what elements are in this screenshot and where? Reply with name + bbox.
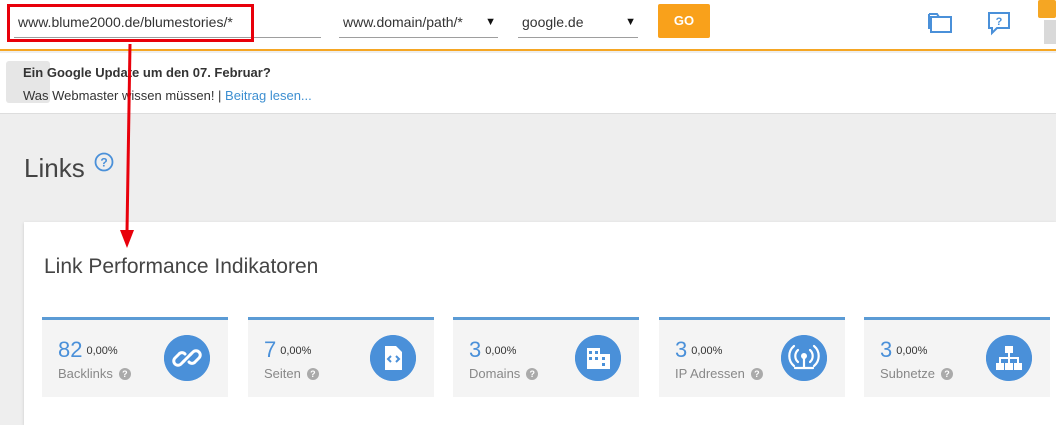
kpi-domains[interactable]: 3 0,00% Domains? [453, 317, 639, 397]
kpi-ip-adressen[interactable]: 3 0,00% IP Adressen? [659, 317, 845, 397]
mode-select-value: www.domain/path/* [343, 14, 463, 30]
notice-text-body: Was Webmaster wissen müssen! | [23, 88, 226, 103]
help-chat-icon[interactable]: ? [986, 10, 1012, 36]
notice-text: Was Webmaster wissen müssen! | Beitrag l… [23, 88, 312, 103]
kpi-label: Domains? [469, 366, 539, 381]
info-icon[interactable]: ? [118, 368, 131, 380]
mode-select[interactable]: www.domain/path/* ▼ [339, 8, 498, 38]
kpi-percent: 0,00% [691, 345, 723, 357]
notice-title: Ein Google Update um den 07. Februar? [23, 65, 271, 80]
kpi-value: 3 0,00% [675, 337, 722, 363]
help-icon[interactable]: ? [94, 152, 114, 172]
building-icon [575, 335, 621, 381]
kpi-percent: 0,00% [485, 345, 517, 357]
kpi-backlinks[interactable]: 82 0,00% Backlinks? [42, 317, 228, 397]
kpi-number: 3 [469, 337, 482, 362]
svg-text:?: ? [100, 156, 107, 170]
kpi-number: 3 [675, 337, 688, 362]
info-icon[interactable]: ? [750, 368, 763, 380]
kpi-number: 3 [880, 337, 893, 362]
info-icon[interactable]: ? [940, 368, 953, 380]
mail-icon[interactable] [1038, 0, 1056, 18]
kpi-label-text: Seiten [264, 366, 301, 381]
kpi-percent: 0,00% [280, 345, 312, 357]
info-icon[interactable]: ? [306, 368, 319, 380]
kpi-label-text: IP Adressen [675, 366, 745, 381]
kpi-number: 82 [58, 337, 83, 362]
news-notice: Ein Google Update um den 07. Februar? Wa… [0, 53, 1056, 114]
kpi-percent: 0,00% [86, 345, 118, 357]
svg-text:?: ? [996, 16, 1003, 28]
code-file-icon [370, 335, 416, 381]
search-engine-select[interactable]: google.de ▼ [518, 8, 638, 38]
kpi-label-text: Domains [469, 366, 521, 381]
page-title: Links [24, 153, 85, 183]
kpi-subnetze[interactable]: 3 0,00% Subnetze? [864, 317, 1050, 397]
dropdown-arrow-icon: ▼ [625, 16, 636, 28]
kpi-value: 3 0,00% [880, 337, 927, 363]
go-button[interactable]: GO [658, 4, 710, 38]
avatar[interactable] [1044, 20, 1056, 44]
kpi-label: IP Adressen? [675, 366, 763, 381]
kpi-number: 7 [264, 337, 277, 362]
top-toolbar: www.blume2000.de/blumestories/* www.doma… [0, 0, 1056, 51]
kpi-seiten[interactable]: 7 0,00% Seiten? [248, 317, 434, 397]
link-icon [164, 335, 210, 381]
highlight-box [7, 4, 254, 42]
broadcast-icon [781, 335, 827, 381]
kpi-label: Backlinks? [58, 366, 131, 381]
kpi-label-text: Backlinks [58, 366, 113, 381]
notice-link[interactable]: Beitrag lesen... [225, 88, 312, 103]
kpi-value: 7 0,00% [264, 337, 311, 363]
kpi-label: Seiten? [264, 366, 319, 381]
kpi-value: 82 0,00% [58, 337, 118, 363]
info-icon[interactable]: ? [526, 368, 539, 380]
kpi-label-text: Subnetze [880, 366, 935, 381]
folders-icon[interactable] [928, 10, 954, 36]
kpi-card: Link Performance Indikatoren 82 0,00% Bac… [24, 222, 1056, 425]
search-engine-value: google.de [522, 14, 584, 30]
card-title: Link Performance Indikatoren [44, 255, 319, 278]
dropdown-arrow-icon: ▼ [485, 16, 496, 28]
kpi-percent: 0,00% [896, 345, 928, 357]
kpi-value: 3 0,00% [469, 337, 516, 363]
kpi-label: Subnetze? [880, 366, 953, 381]
sitemap-icon [986, 335, 1032, 381]
